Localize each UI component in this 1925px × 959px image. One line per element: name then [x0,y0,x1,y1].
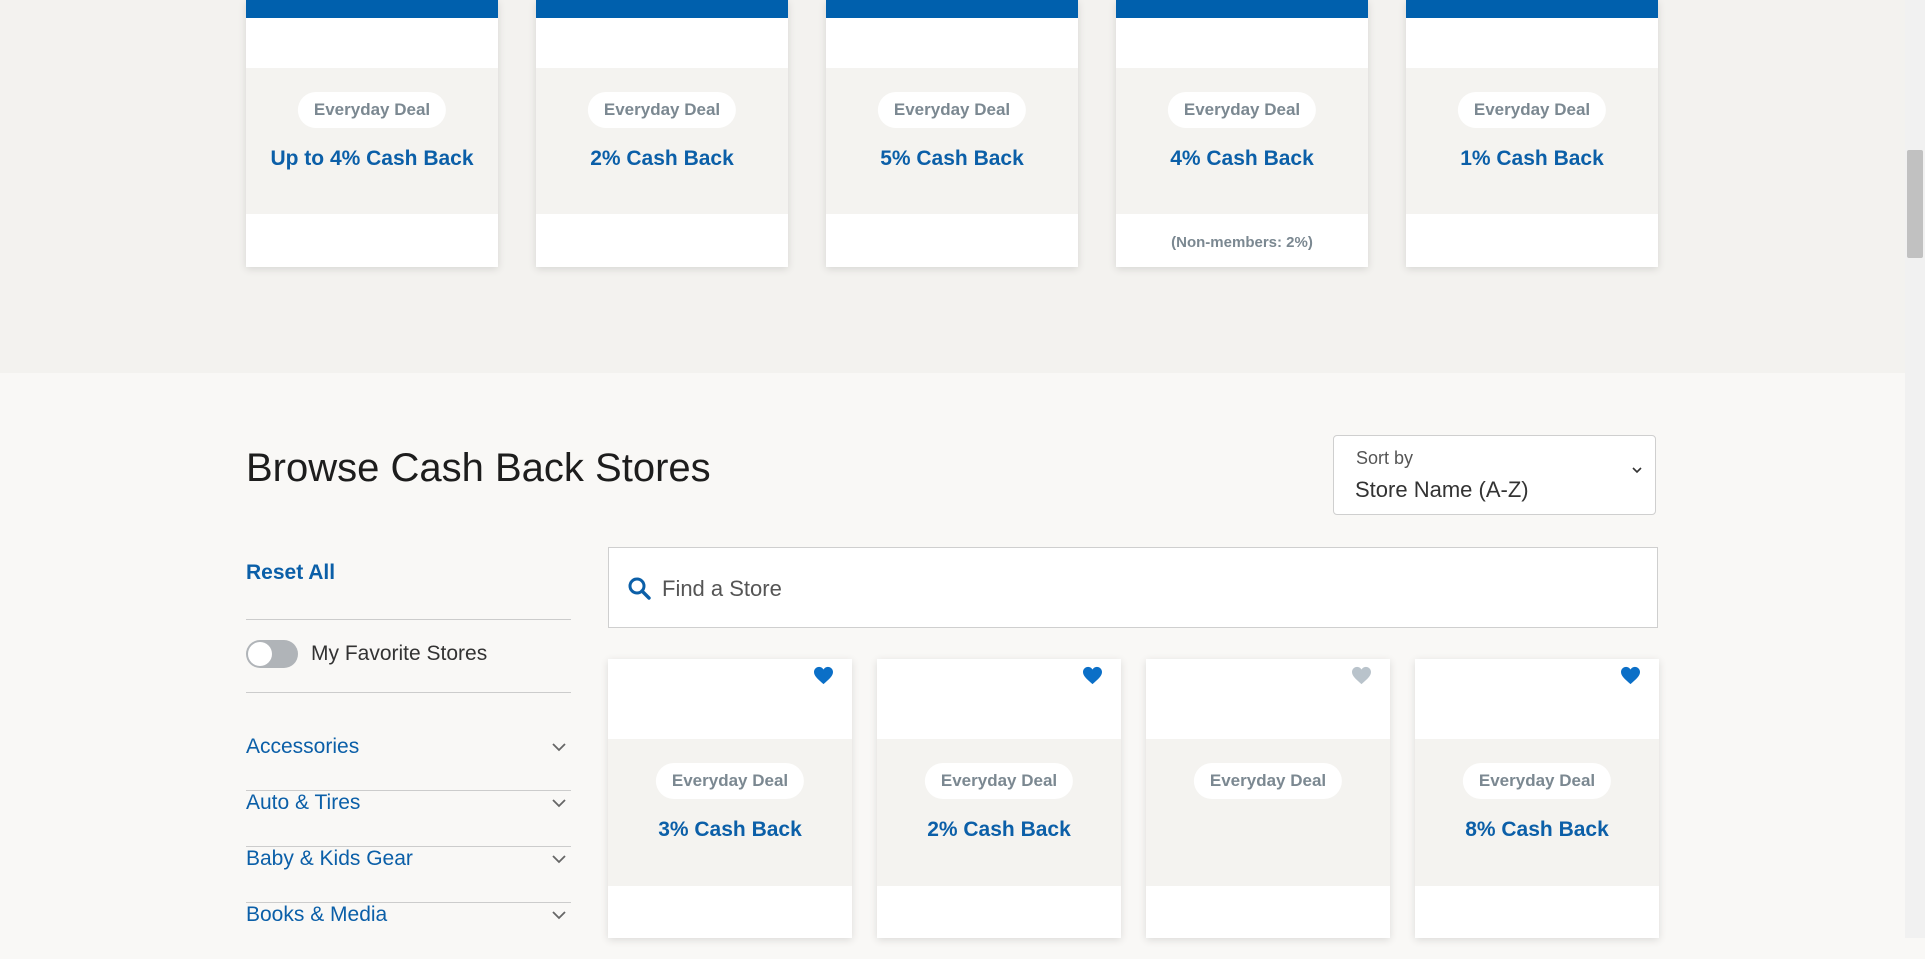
category-label: Auto & Tires [246,791,361,814]
deal-badge: Everyday Deal [877,92,1027,128]
category-label: Accessories [246,735,360,758]
card-deal-area: Everyday Deal 4% Cash Back [1116,68,1368,214]
sort-value: Store Name (A-Z) [1355,477,1529,502]
cash-back-rate: 3% Cash Back [658,818,802,841]
featured-store-card[interactable]: Everyday Deal Up to 4% Cash Back [246,0,498,267]
page-title: Browse Cash Back Stores [246,446,711,490]
category-label: Books & Media [246,903,388,926]
card-deal-area: Everyday Deal [1146,739,1390,886]
category-filter-auto-tires[interactable]: Auto & Tires [246,791,571,847]
cash-back-rate: 5% Cash Back [880,147,1024,170]
favorites-toggle[interactable] [246,640,298,668]
featured-store-card[interactable]: Everyday Deal 5% Cash Back [826,0,1078,267]
cash-back-rate: 8% Cash Back [1465,818,1609,841]
featured-store-card[interactable]: Everyday Deal 2% Cash Back [536,0,788,267]
cash-back-rate: 2% Cash Back [590,147,734,170]
store-card[interactable]: Everyday Deal [1146,659,1390,938]
heart-icon[interactable] [1351,666,1372,685]
card-header-bar [536,0,788,18]
chevron-down-icon [552,799,566,808]
divider [246,692,571,693]
card-header-bar [246,0,498,18]
deal-badge: Everyday Deal [1193,763,1343,799]
cash-back-rate: Up to 4% Cash Back [270,147,474,170]
non-member-note: (Non-members: 2%) [1171,234,1313,251]
heart-icon[interactable] [813,666,834,685]
cash-back-rate: 2% Cash Back [927,818,1071,841]
heart-icon[interactable] [1082,666,1103,685]
divider [246,619,571,620]
page-scrollbar[interactable] [1905,0,1925,938]
chevron-down-icon [1632,467,1642,474]
chevron-down-icon [552,855,566,864]
category-filter-baby-kids[interactable]: Baby & Kids Gear [246,847,571,903]
deal-badge: Everyday Deal [1457,92,1607,128]
category-filter-accessories[interactable]: Accessories [246,735,571,791]
store-card[interactable]: Everyday Deal 8% Cash Back [1415,659,1659,938]
toggle-knob [248,642,272,666]
cash-back-rate: 4% Cash Back [1170,147,1314,170]
card-header-bar [1406,0,1658,18]
search-input[interactable] [660,566,1624,612]
card-header-bar [1116,0,1368,18]
card-deal-area: Everyday Deal 3% Cash Back [608,739,852,886]
deal-badge: Everyday Deal [297,92,447,128]
search-icon [628,577,651,600]
featured-section: Everyday Deal Up to 4% Cash Back Everyda… [0,0,1905,373]
card-deal-area: Everyday Deal 2% Cash Back [877,739,1121,886]
store-search[interactable] [608,547,1658,628]
chevron-down-icon [552,911,566,920]
deal-badge: Everyday Deal [1167,92,1317,128]
reset-all-link[interactable]: Reset All [246,561,335,585]
cash-back-rate: 1% Cash Back [1460,147,1604,170]
store-card[interactable]: Everyday Deal 2% Cash Back [877,659,1121,938]
card-deal-area: Everyday Deal 8% Cash Back [1415,739,1659,886]
sort-select[interactable]: Sort by Store Name (A-Z) [1333,435,1656,515]
card-header-bar [826,0,1078,18]
heart-icon[interactable] [1620,666,1641,685]
deal-badge: Everyday Deal [1462,763,1612,799]
deal-badge: Everyday Deal [587,92,737,128]
card-deal-area: Everyday Deal 2% Cash Back [536,68,788,214]
category-label: Baby & Kids Gear [246,847,413,870]
store-card[interactable]: Everyday Deal 3% Cash Back [608,659,852,938]
card-deal-area: Everyday Deal 1% Cash Back [1406,68,1658,214]
featured-store-card[interactable]: Everyday Deal 1% Cash Back [1406,0,1658,267]
sort-label: Sort by [1356,448,1414,468]
card-deal-area: Everyday Deal 5% Cash Back [826,68,1078,214]
scrollbar-thumb[interactable] [1907,150,1923,258]
card-deal-area: Everyday Deal Up to 4% Cash Back [246,68,498,214]
chevron-down-icon [552,743,566,752]
featured-store-card[interactable]: Everyday Deal 4% Cash Back (Non-members:… [1116,0,1368,267]
favorites-label: My Favorite Stores [311,642,488,665]
category-filter-books-media[interactable]: Books & Media [246,903,571,959]
deal-badge: Everyday Deal [655,763,805,799]
deal-badge: Everyday Deal [924,763,1074,799]
